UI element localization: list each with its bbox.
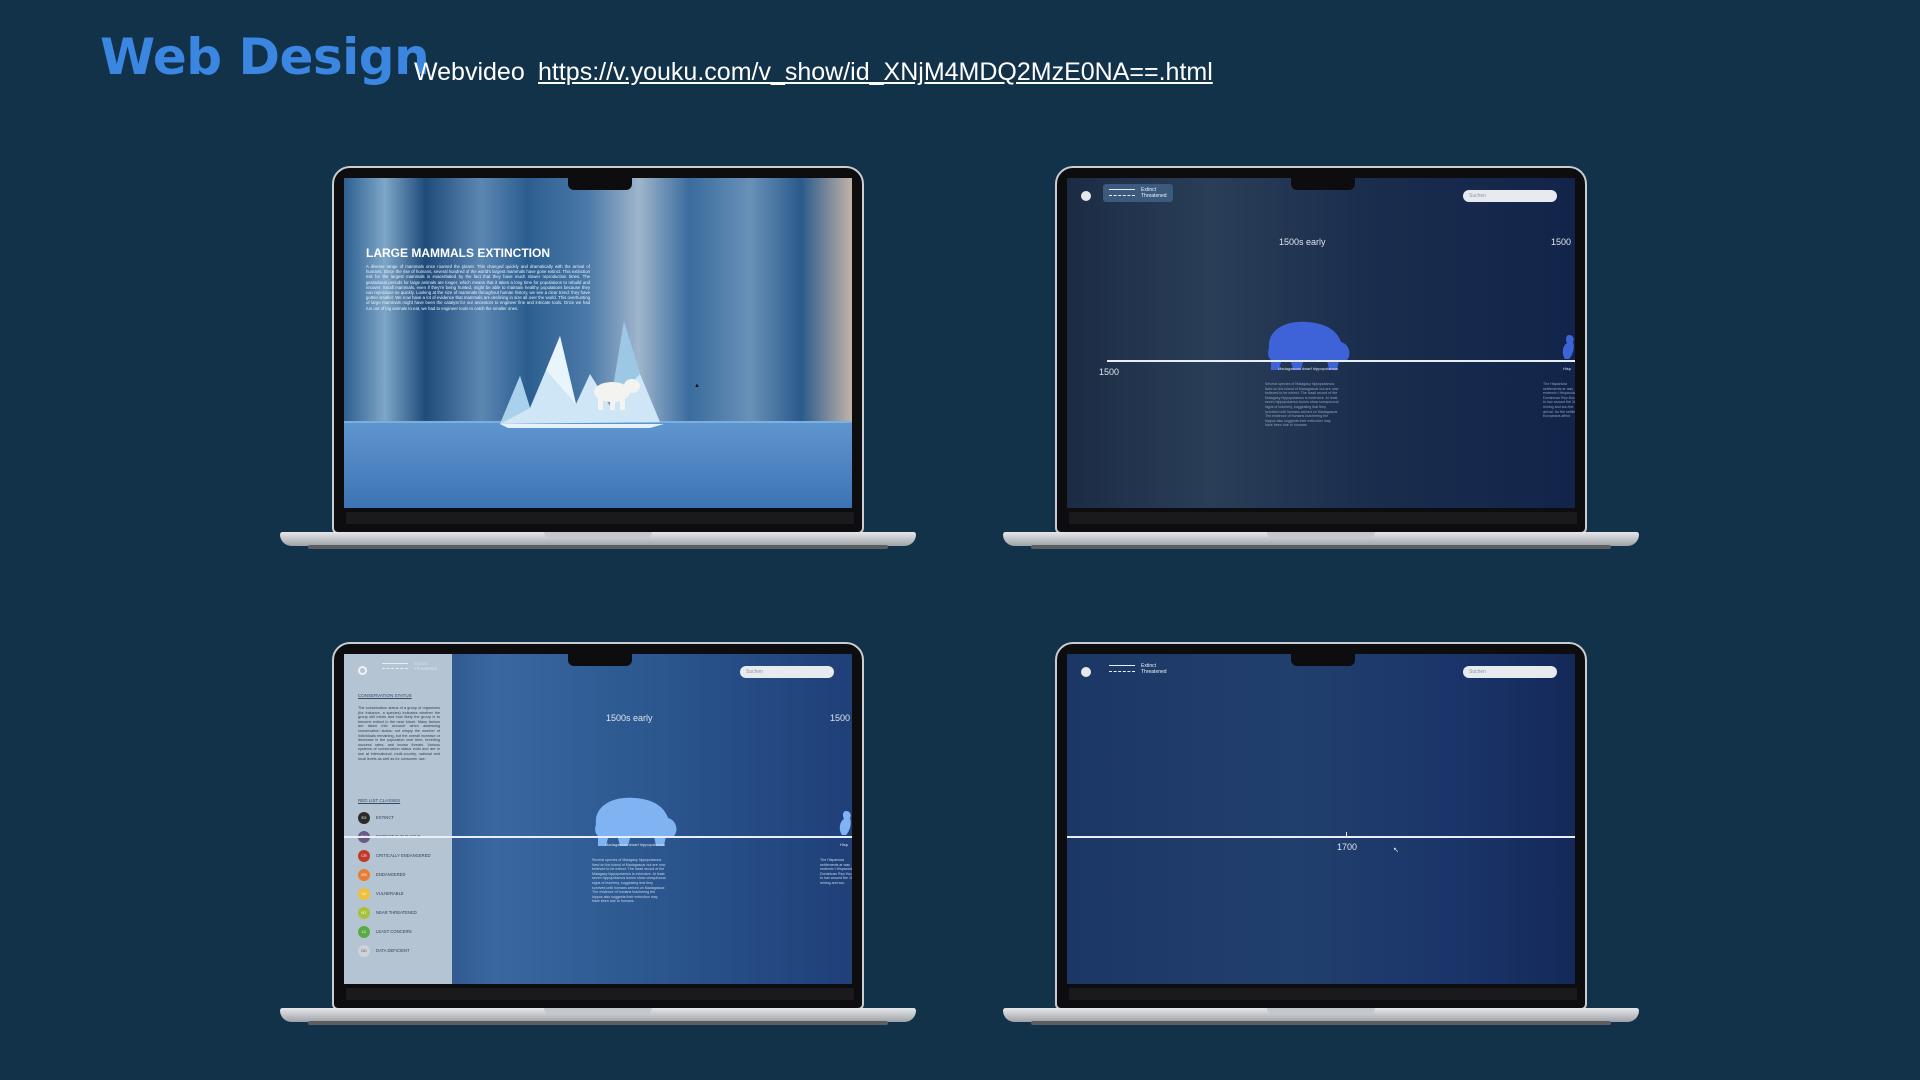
- intro-heading: LARGE MAMMALS EXTINCTION: [366, 246, 550, 260]
- redlist-item-lc[interactable]: LC LEAST CONCERN: [358, 926, 412, 938]
- legend-threatened[interactable]: Threatened: [1109, 669, 1167, 675]
- menu-icon[interactable]: [1081, 667, 1091, 677]
- animal-description-partial: The Hispaniola settlements ar was endemi…: [820, 858, 852, 885]
- redlist-item-nt[interactable]: NT NEAR THREATENED: [358, 907, 417, 919]
- laptop-opening-notch: [544, 532, 652, 538]
- dashed-line-icon: [382, 668, 408, 670]
- webvideo-link[interactable]: https://v.youku.com/v_show/id_XNjM4MDQ2M…: [538, 58, 1213, 87]
- laptop-feet: [1031, 1021, 1611, 1025]
- dashed-line-icon: [1109, 195, 1135, 197]
- laptop-feet: [308, 1021, 888, 1025]
- search-input[interactable]: Suchen: [1463, 190, 1557, 202]
- iceberg-polar-bear-illustration: [500, 322, 664, 428]
- era-label: 1500s early: [1279, 237, 1326, 247]
- axis-start-label: 1500: [1099, 367, 1120, 377]
- animal-name: Madagascan dwarf hippopotamus: [1277, 366, 1339, 371]
- status-badge: EN: [358, 869, 370, 881]
- camera-notch: [1291, 652, 1355, 666]
- animal-name-partial: Hisp: [1563, 366, 1572, 371]
- laptop-feet: [1031, 545, 1611, 549]
- cursor-icon: ↖: [1393, 847, 1399, 854]
- page-title: Web Design: [100, 28, 430, 86]
- redlist-item-dd[interactable]: DD DATA DEFICIENT: [358, 945, 410, 957]
- laptop-opening-notch: [1267, 1008, 1375, 1014]
- screen-timeline-1700: Extinct Threatened Suchen 1700 ↖: [1067, 654, 1575, 984]
- status-badge: CR: [358, 850, 370, 862]
- redlist-heading: RED LIST CLASSES: [358, 798, 401, 803]
- monkey-silhouette-partial: [1562, 335, 1574, 359]
- redlist-item-cr[interactable]: CR CRITICALLY ENDANGERED: [358, 850, 431, 862]
- laptop-opening-notch: [544, 1008, 652, 1014]
- laptop-lid: Extinct Threatened Suchen 1500s early 15…: [1055, 166, 1587, 534]
- laptop-mockup-1: LARGE MAMMALS EXTINCTION A diverse range…: [280, 166, 916, 566]
- laptop-lid: Extinct Threatened Suchen 1700 ↖: [1055, 642, 1587, 1010]
- screen-timeline-with-sidebar: Extinct Threatened CONSERVATION STATUS T…: [344, 654, 852, 984]
- camera-notch: [1291, 176, 1355, 190]
- search-icon[interactable]: [358, 666, 367, 675]
- laptop-mockup-4: Extinct Threatened Suchen 1700 ↖: [1003, 642, 1639, 1042]
- laptop-chin: [1069, 988, 1577, 1000]
- camera-notch: [568, 176, 632, 190]
- search-input[interactable]: Suchen: [1463, 666, 1557, 678]
- hippo-silhouette: [1268, 321, 1350, 370]
- animal-name: Madagascan dwarf hippopotamus: [604, 842, 666, 847]
- screen-extinction-intro: LARGE MAMMALS EXTINCTION A diverse range…: [344, 178, 852, 508]
- conservation-text: The conservation status of a group of or…: [358, 706, 440, 761]
- laptop-chin: [346, 512, 854, 524]
- redlist-item-en[interactable]: EN ENDANGERED: [358, 869, 406, 881]
- laptop-feet: [308, 545, 888, 549]
- status-badge: DD: [358, 945, 370, 957]
- animal-description: Several species of Malagasy hippopotamus…: [1265, 382, 1339, 428]
- animal-description: Several species of Malagasy hippopotamus…: [592, 858, 666, 904]
- conservation-sidebar: Extinct Threatened CONSERVATION STATUS T…: [344, 654, 452, 984]
- monkey-silhouette-partial: [839, 811, 851, 835]
- solid-line-icon: [382, 663, 408, 665]
- era-label-right: 1500: [830, 713, 851, 723]
- solid-line-icon: [1109, 665, 1135, 667]
- axis-label: 1700: [1337, 842, 1358, 852]
- webvideo-label: Webvideo: [414, 58, 525, 86]
- legend-faded[interactable]: Extinct Threatened: [382, 661, 437, 671]
- legend-box[interactable]: Extinct Threatened: [1103, 660, 1173, 678]
- timeline-axis: [1067, 836, 1575, 838]
- animal-name-partial: Hisp: [840, 842, 849, 847]
- search-input[interactable]: Suchen: [740, 666, 834, 678]
- animal-description-partial: The Hispaniola settlements ar was endemi…: [1543, 382, 1575, 419]
- status-badge: VU: [358, 888, 370, 900]
- laptop-lid: Extinct Threatened CONSERVATION STATUS T…: [332, 642, 864, 1010]
- legend-threatened[interactable]: Threatened: [1109, 193, 1167, 199]
- conservation-heading: CONSERVATION STATUS: [358, 693, 412, 698]
- laptop-opening-notch: [1267, 532, 1375, 538]
- era-label-right: 1500: [1551, 237, 1572, 247]
- redlist-item-ex[interactable]: EX EXTINCT: [358, 812, 394, 824]
- screen-timeline-1500: Extinct Threatened Suchen 1500s early 15…: [1067, 178, 1575, 508]
- solid-line-icon: [1109, 189, 1135, 191]
- status-badge: LC: [358, 926, 370, 938]
- menu-icon[interactable]: [1081, 191, 1091, 201]
- camera-notch: [568, 652, 632, 666]
- laptop-mockup-2: Extinct Threatened Suchen 1500s early 15…: [1003, 166, 1639, 566]
- legend-box[interactable]: Extinct Threatened: [1103, 184, 1173, 202]
- water: [344, 423, 852, 508]
- laptop-mockup-3: Extinct Threatened CONSERVATION STATUS T…: [280, 642, 916, 1042]
- timeline-axis: [1107, 360, 1575, 362]
- dashed-line-icon: [1109, 671, 1135, 673]
- laptop-chin: [1069, 512, 1577, 524]
- laptop-lid: LARGE MAMMALS EXTINCTION A diverse range…: [332, 166, 864, 534]
- status-badge: NT: [358, 907, 370, 919]
- cursor-icon: ▲: [694, 383, 700, 389]
- intro-text: A diverse range of mammals once roamed t…: [366, 264, 590, 311]
- timeline-axis: [344, 836, 852, 838]
- axis-tick: [1346, 832, 1347, 838]
- hippo-silhouette: [595, 797, 677, 846]
- laptop-chin: [346, 988, 854, 1000]
- era-label: 1500s early: [606, 713, 653, 723]
- redlist-item-vu[interactable]: VU VULNERABLE: [358, 888, 404, 900]
- status-badge: EX: [358, 812, 370, 824]
